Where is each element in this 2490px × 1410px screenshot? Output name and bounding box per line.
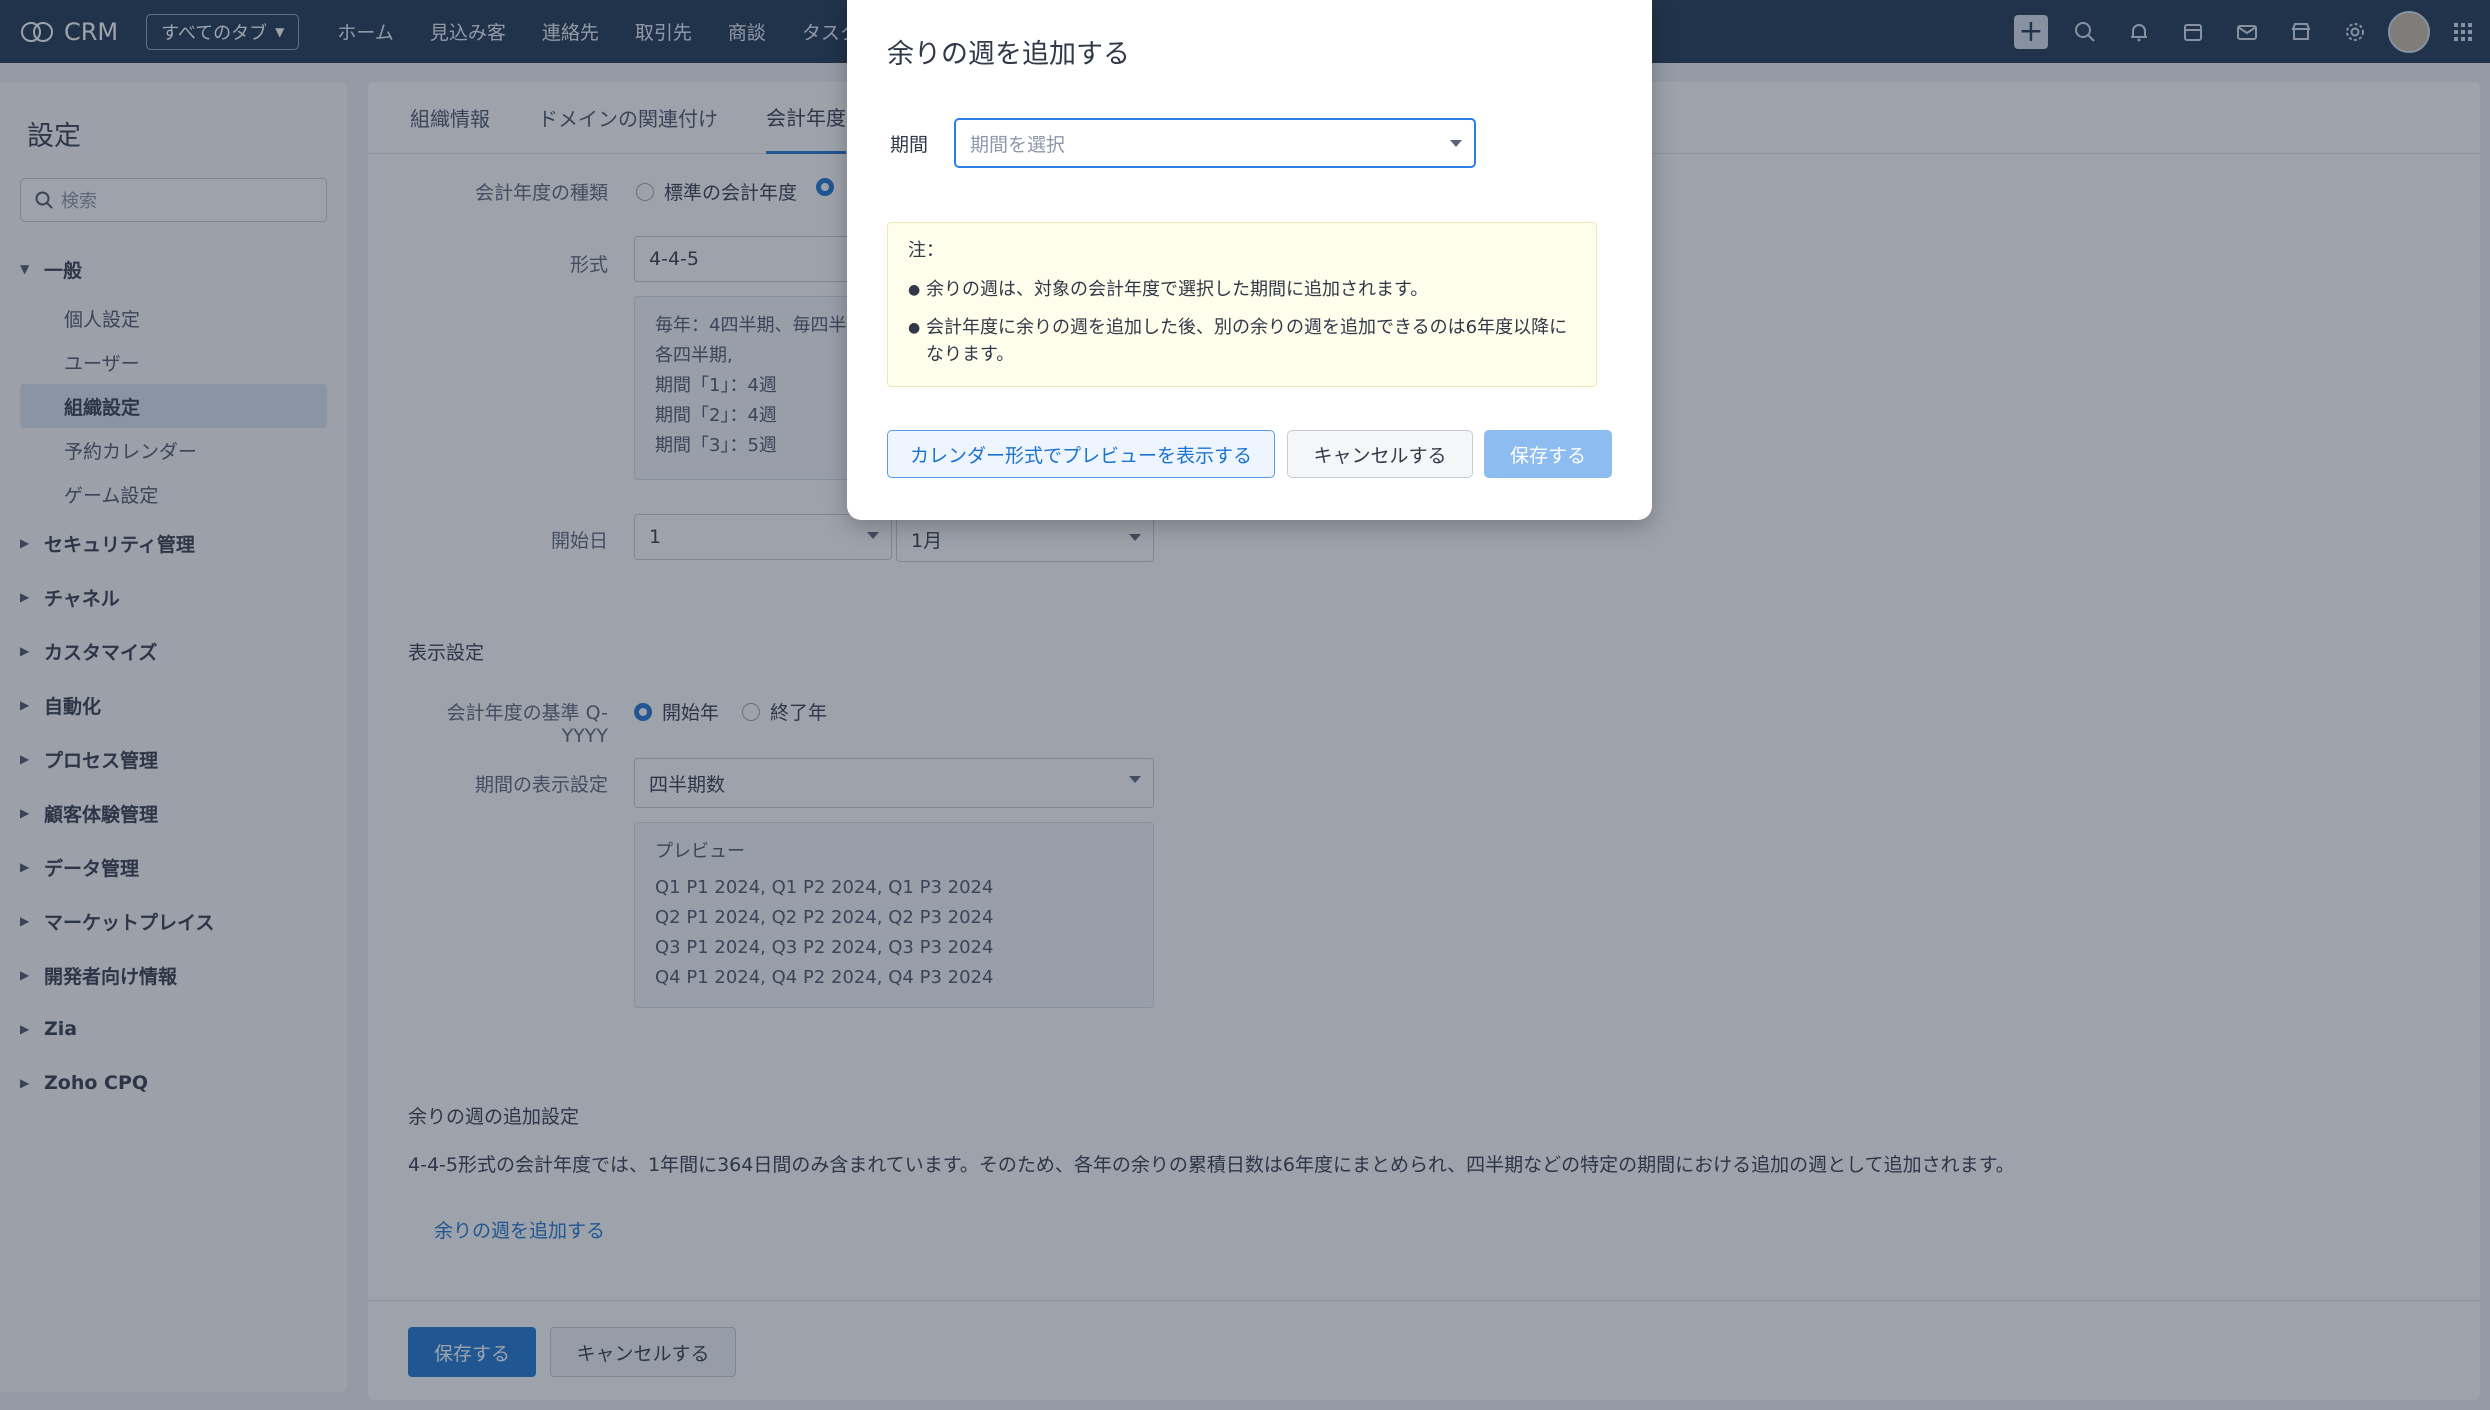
note-text: 余りの週は、対象の会計年度で選択した期間に追加されます。	[926, 279, 1429, 300]
note-box: 注： ● 余りの週は、対象の会計年度で選択した期間に追加されます。 ● 会計年度…	[887, 222, 1597, 387]
note-item: ● 余りの週は、対象の会計年度で選択した期間に追加されます。	[908, 276, 1576, 304]
preview-calendar-button[interactable]: カレンダー形式でプレビューを表示する	[887, 430, 1275, 478]
modal-title: 余りの週を追加する	[887, 39, 1130, 70]
modal-cancel-button[interactable]: キャンセルする	[1287, 430, 1473, 478]
note-text: 会計年度に余りの週を追加した後、別の余りの週を追加できるのは6年度以降になります…	[926, 317, 1568, 365]
bullet-icon: ●	[908, 282, 921, 298]
bullet-icon: ●	[908, 320, 921, 336]
note-title: 注：	[908, 240, 944, 261]
add-extra-week-modal: 余りの週を追加する 期間 期間を選択 注： ● 余りの週は、対象の会計年度で選択…	[847, 0, 1652, 520]
note-item: ● 会計年度に余りの週を追加した後、別の余りの週を追加できるのは6年度以降になり…	[908, 314, 1576, 368]
period-select[interactable]: 期間を選択	[954, 118, 1476, 168]
dropdown-caret-icon	[1450, 140, 1462, 147]
modal-save-button[interactable]: 保存する	[1484, 430, 1612, 478]
period-placeholder: 期間を選択	[970, 133, 1066, 156]
period-label: 期間	[890, 134, 929, 156]
